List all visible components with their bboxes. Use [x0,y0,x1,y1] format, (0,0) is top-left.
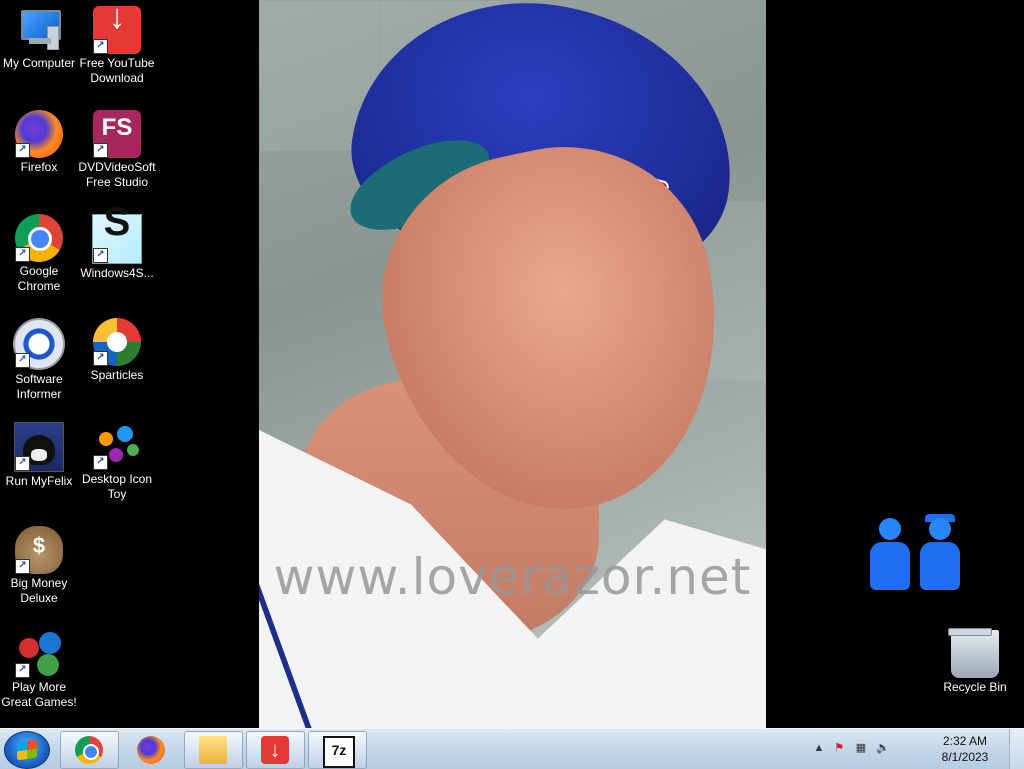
show-desktop-button[interactable] [1009,729,1024,769]
desktop-icon-label: Firefox [20,160,58,174]
desktop-icon-run-myfelix[interactable]: ↗ Run MyFelix [0,416,78,489]
desktop-icon-google-chrome[interactable]: ↗ Google Chrome [0,208,78,294]
desktop[interactable]: www.loverazor.net My Computer ↗ Firefox … [0,0,1024,728]
desktop-icon-recycle-bin[interactable]: Recycle Bin [936,624,1014,695]
taskbar: ↓ 7z ▲ ⚑ ▦ 🔈 2:32 AM 8/1/2023 [0,728,1024,769]
shortcut-arrow-icon: ↗ [93,143,108,158]
wallpaper-photo: www.loverazor.net [259,0,766,728]
shortcut-arrow-icon: ↗ [15,663,30,678]
taskbar-button-firefox[interactable] [122,731,181,769]
shortcut-arrow-icon: ↗ [15,143,30,158]
computer-icon [15,6,63,54]
desktop-icon-free-youtube-download[interactable]: ↓ ↗ Free YouTube Download [78,0,156,86]
desktop-icon-windows4s[interactable]: S ↗ Windows4S... [78,200,156,281]
show-hidden-icons-button[interactable]: ▲ [812,741,826,755]
sparticles-icon: ↗ [93,318,141,366]
desktop-icon-dvdvideosoft-free-studio[interactable]: FS ↗ DVDVideoSoft Free Studio [78,104,156,190]
watermark-text: www.loverazor.net [273,548,752,606]
volume-icon[interactable]: 🔈 [876,741,890,755]
desktop-icon-label: Big Money Deluxe [10,576,68,605]
desktop-icon-toy-icon: ↗ [93,422,141,470]
shortcut-arrow-icon: ↗ [15,559,30,574]
taskbar-button-chrome[interactable] [60,731,119,769]
cat-icon: ↗ [14,422,64,472]
money-bag-glyph: $ [32,533,46,558]
person-with-hat-icon [920,514,960,590]
system-tray: ▲ ⚑ ▦ 🔈 2:32 AM 8/1/2023 [810,729,1000,769]
chrome-icon [75,736,103,764]
fs-icon: FS ↗ [93,110,141,158]
action-center-flag-icon[interactable]: ⚑ [832,741,846,755]
family-figures-gadget[interactable] [868,514,968,590]
desktop-icon-label: Desktop Icon Toy [81,472,153,501]
desktop-icon-label: Software Informer [15,372,63,401]
folder-icon [199,736,227,764]
shortcut-arrow-icon: ↗ [93,351,108,366]
s-glyph: S [103,200,131,244]
person-icon [870,518,910,590]
clock-date: 8/1/2023 [941,750,989,764]
desktop-icon-label: Windows4S... [80,266,154,280]
firefox-icon: ↗ [15,110,63,158]
network-icon[interactable]: ▦ [854,741,868,755]
desktop-icon-label: Run MyFelix [5,474,73,488]
clock[interactable]: 2:32 AM 8/1/2023 [930,733,1000,765]
desktop-icon-big-money-deluxe[interactable]: $ ↗ Big Money Deluxe [0,520,78,606]
download-arrow-glyph: ↓ [108,0,126,36]
money-bag-icon: $ ↗ [15,526,63,574]
clock-time: 2:32 AM [942,734,988,748]
shortcut-arrow-icon: ↗ [15,353,30,368]
desktop-icon-sparticles[interactable]: ↗ Sparticles [78,312,156,383]
desktop-icon-label: Google Chrome [17,264,61,293]
desktop-icon-label: DVDVideoSoft Free Studio [78,160,156,189]
desktop-icon-label: Play More Great Games! [1,680,77,709]
fs-glyph: FS [101,114,133,141]
taskbar-button-free-youtube-download[interactable]: ↓ [246,731,305,769]
desktop-icon-play-more-games[interactable]: ↗ Play More Great Games! [0,624,78,710]
firefox-icon [137,736,165,764]
taskbar-button-file-explorer[interactable] [184,731,243,769]
desktop-icon-label: Recycle Bin [943,680,1007,694]
shortcut-arrow-icon: ↗ [93,39,108,54]
desktop-icon-desktop-icon-toy[interactable]: ↗ Desktop Icon Toy [78,416,156,502]
shortcut-arrow-icon: ↗ [15,456,30,471]
start-button[interactable] [4,731,50,769]
taskbar-button-7zip[interactable]: 7z [308,731,367,769]
recycle-bin-icon [948,628,999,678]
s-icon: S ↗ [92,200,142,264]
software-informer-icon: ↗ [13,318,65,370]
download-arrow-icon: ↓ [261,736,289,764]
desktop-icon-label: My Computer [2,56,76,70]
shortcut-arrow-icon: ↗ [93,455,108,470]
desktop-icon-label: Sparticles [90,368,144,382]
desktop-icon-my-computer[interactable]: My Computer [0,0,78,71]
games-icon: ↗ [15,630,63,678]
desktop-icon-software-informer[interactable]: ↗ Software Informer [0,312,78,402]
7zip-icon: 7z [323,736,355,768]
desktop-icon-firefox[interactable]: ↗ Firefox [0,104,78,175]
download-arrow-icon: ↓ ↗ [93,0,141,54]
desktop-icon-label: Free YouTube Download [79,56,155,85]
chrome-icon: ↗ [15,214,63,262]
shortcut-arrow-icon: ↗ [93,248,108,263]
shortcut-arrow-icon: ↗ [15,247,30,262]
